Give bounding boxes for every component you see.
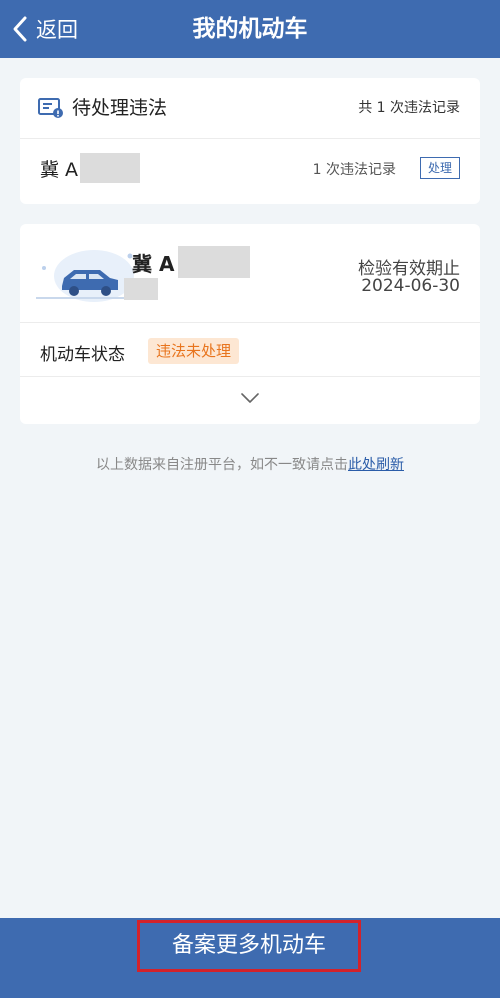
chevron-left-icon — [13, 16, 27, 42]
plate-prefix: 冀 A — [132, 251, 175, 276]
car-icon — [36, 250, 134, 302]
status-badge: 违法未处理 — [148, 338, 240, 364]
violations-title: 待处理违法 — [72, 97, 168, 119]
notice-text: 以上数据来自注册平台，如不一致请点击 — [96, 457, 348, 473]
divider — [20, 322, 480, 323]
violations-header: 待处理违法 共 1 次违法记录 — [20, 78, 480, 139]
plate-prefix: 冀 A — [40, 158, 79, 181]
divider — [20, 376, 480, 377]
plate-mask — [80, 153, 141, 183]
ticket-icon — [38, 98, 63, 118]
inspection-date: 2024-06-30 — [361, 276, 460, 296]
vehicle-status-label: 机动车状态 — [40, 345, 125, 365]
bottom-bar: 备案更多机动车 — [0, 918, 500, 998]
violation-plate: 冀 A — [40, 152, 141, 184]
back-button[interactable]: 返回 — [10, 0, 78, 58]
plate-mask — [178, 246, 251, 278]
violations-summary: 共 1 次违法记录 — [358, 100, 460, 116]
refresh-link[interactable]: 此处刷新 — [348, 457, 404, 473]
data-source-notice: 以上数据来自注册平台，如不一致请点击此处刷新 — [0, 454, 500, 474]
top-nav-bar: 返回 我的机动车 — [0, 0, 500, 58]
handle-violation-button[interactable]: 处理 — [420, 157, 460, 179]
register-more-vehicles-button[interactable]: 备案更多机动车 — [137, 920, 361, 972]
violations-card: 待处理违法 共 1 次违法记录 冀 A 1 次违法记录 处理 — [20, 78, 480, 204]
vehicle-type-mask — [124, 278, 158, 300]
back-label: 返回 — [36, 18, 78, 42]
chevron-down-icon[interactable] — [240, 392, 260, 404]
violation-record-count: 1 次违法记录 — [312, 162, 396, 178]
vehicle-card: 冀 A 检验有效期止 2024-06-30 机动车状态 违法未处理 — [20, 224, 480, 424]
vehicle-plate: 冀 A — [132, 246, 251, 278]
